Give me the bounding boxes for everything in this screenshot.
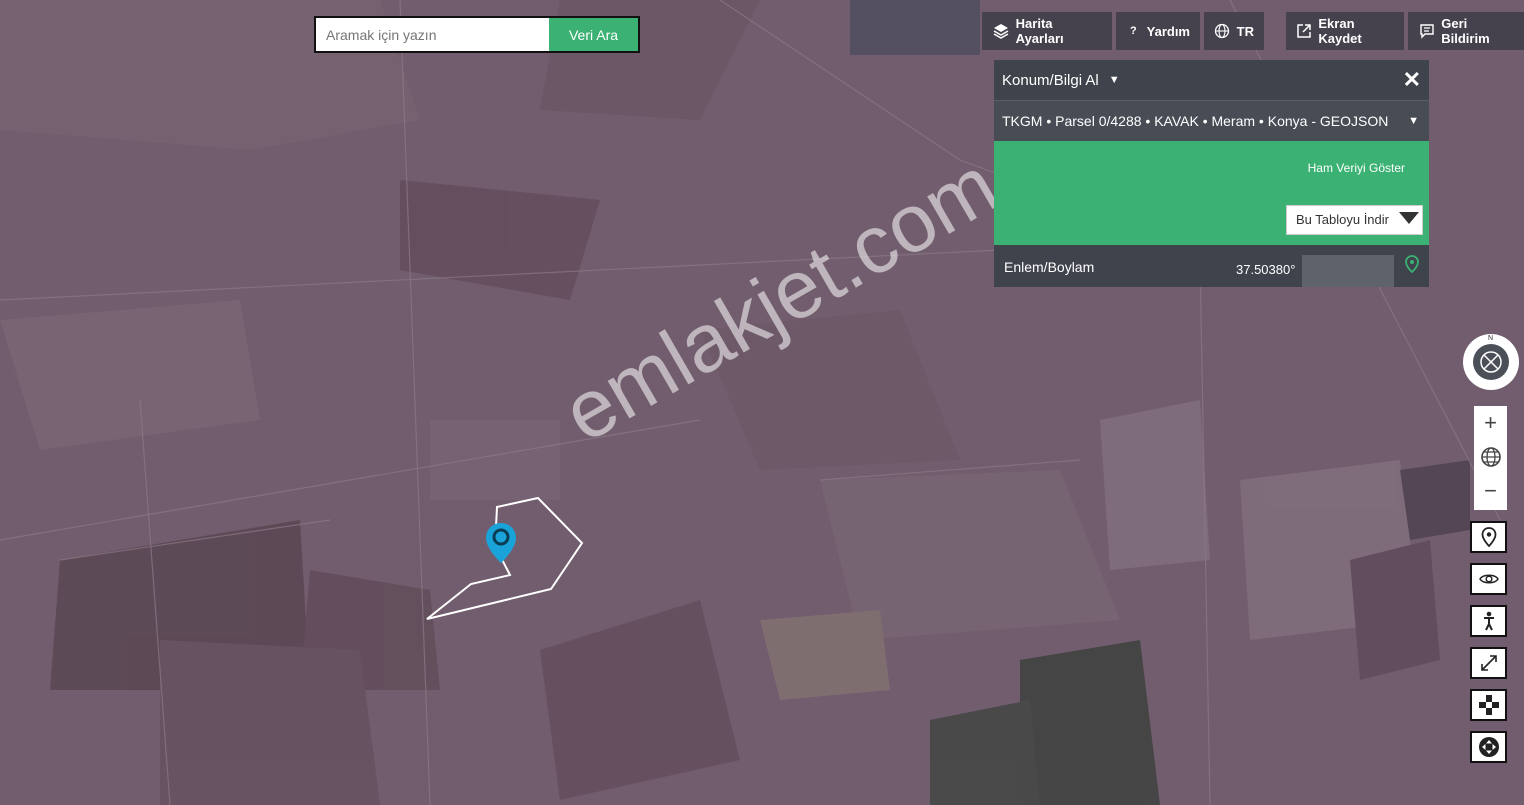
search-input[interactable] (316, 18, 549, 51)
dpad-icon (1478, 695, 1499, 715)
save-screen-label: Ekran Kaydet (1318, 16, 1362, 46)
download-table-select[interactable]: Bu Tabloyu İndir (1286, 205, 1423, 235)
globe-icon (1214, 22, 1231, 40)
eye-icon (1478, 574, 1499, 584)
move-icon (1478, 737, 1499, 757)
coordinate-value: 37.50380° (1236, 262, 1296, 277)
visibility-button[interactable] (1470, 563, 1507, 595)
globe-view-button[interactable] (1474, 440, 1507, 474)
zoom-in-button[interactable]: + (1474, 406, 1507, 440)
export-icon (1296, 22, 1312, 40)
person-icon (1483, 611, 1494, 631)
map-pin-icon (1481, 527, 1496, 547)
feedback-label: Geri Bildirim (1441, 16, 1490, 46)
data-source-label: TKGM • Parsel 0/4288 • KAVAK • Meram • K… (1002, 113, 1389, 129)
caret-down-icon: ▼ (1108, 74, 1120, 86)
zoom-control: + − (1474, 406, 1507, 510)
question-icon: ? (1129, 25, 1137, 37)
street-view-button[interactable] (1470, 605, 1507, 637)
map-settings-button[interactable]: Harita Ayarları (982, 12, 1112, 50)
compass-icon (1473, 344, 1509, 380)
panel-title: Konum/Bilgi Al (1002, 71, 1099, 89)
top-toolbar: Harita Ayarları ? Yardım TR Ekran Kaydet… (982, 12, 1524, 50)
expand-icon (1480, 655, 1497, 671)
language-label: TR (1236, 23, 1254, 39)
location-info-panel: Konum/Bilgi Al ▼ ✕ TKGM • Parsel 0/4288 … (994, 60, 1429, 287)
coordinate-row: Enlem/Boylam 37.50380° (994, 245, 1429, 287)
pan-control-button[interactable] (1470, 689, 1507, 721)
map-pin-icon[interactable] (1405, 255, 1419, 276)
redacted-coordinate (1302, 255, 1394, 287)
feedback-icon (1418, 22, 1435, 40)
coordinate-label: Enlem/Boylam (1004, 259, 1095, 275)
close-icon[interactable]: ✕ (1403, 67, 1421, 93)
download-table-label: Bu Tabloyu İndir (1296, 212, 1389, 227)
panel-header[interactable]: Konum/Bilgi Al ▼ ✕ (994, 60, 1429, 100)
move-button[interactable] (1470, 731, 1507, 763)
search-bar: Veri Ara (314, 16, 640, 53)
help-button[interactable]: ? Yardım (1116, 12, 1200, 50)
caret-down-icon: ▼ (1408, 115, 1419, 127)
panel-actions: Ham Veriyi Göster Bu Tabloyu İndir (994, 141, 1429, 245)
layers-icon (992, 22, 1010, 40)
show-raw-data-button[interactable]: Ham Veriyi Göster (1308, 161, 1405, 175)
help-label: Yardım (1146, 23, 1190, 39)
compass-button[interactable]: N (1463, 334, 1519, 390)
location-button[interactable] (1470, 521, 1507, 553)
location-marker-icon[interactable] (484, 521, 518, 565)
map-settings-label: Harita Ayarları (1015, 16, 1064, 46)
compass-north-label: N (1488, 335, 1494, 342)
globe-icon (1480, 447, 1501, 467)
data-source-select[interactable]: TKGM • Parsel 0/4288 • KAVAK • Meram • K… (994, 100, 1429, 141)
save-screen-button[interactable]: Ekran Kaydet (1286, 12, 1404, 50)
fullscreen-button[interactable] (1470, 647, 1507, 679)
zoom-out-button[interactable]: − (1474, 474, 1507, 508)
feedback-button[interactable]: Geri Bildirim (1408, 12, 1524, 50)
language-button[interactable]: TR (1204, 12, 1264, 50)
search-button[interactable]: Veri Ara (549, 18, 638, 51)
dropdown-arrow-icon (1399, 212, 1419, 224)
